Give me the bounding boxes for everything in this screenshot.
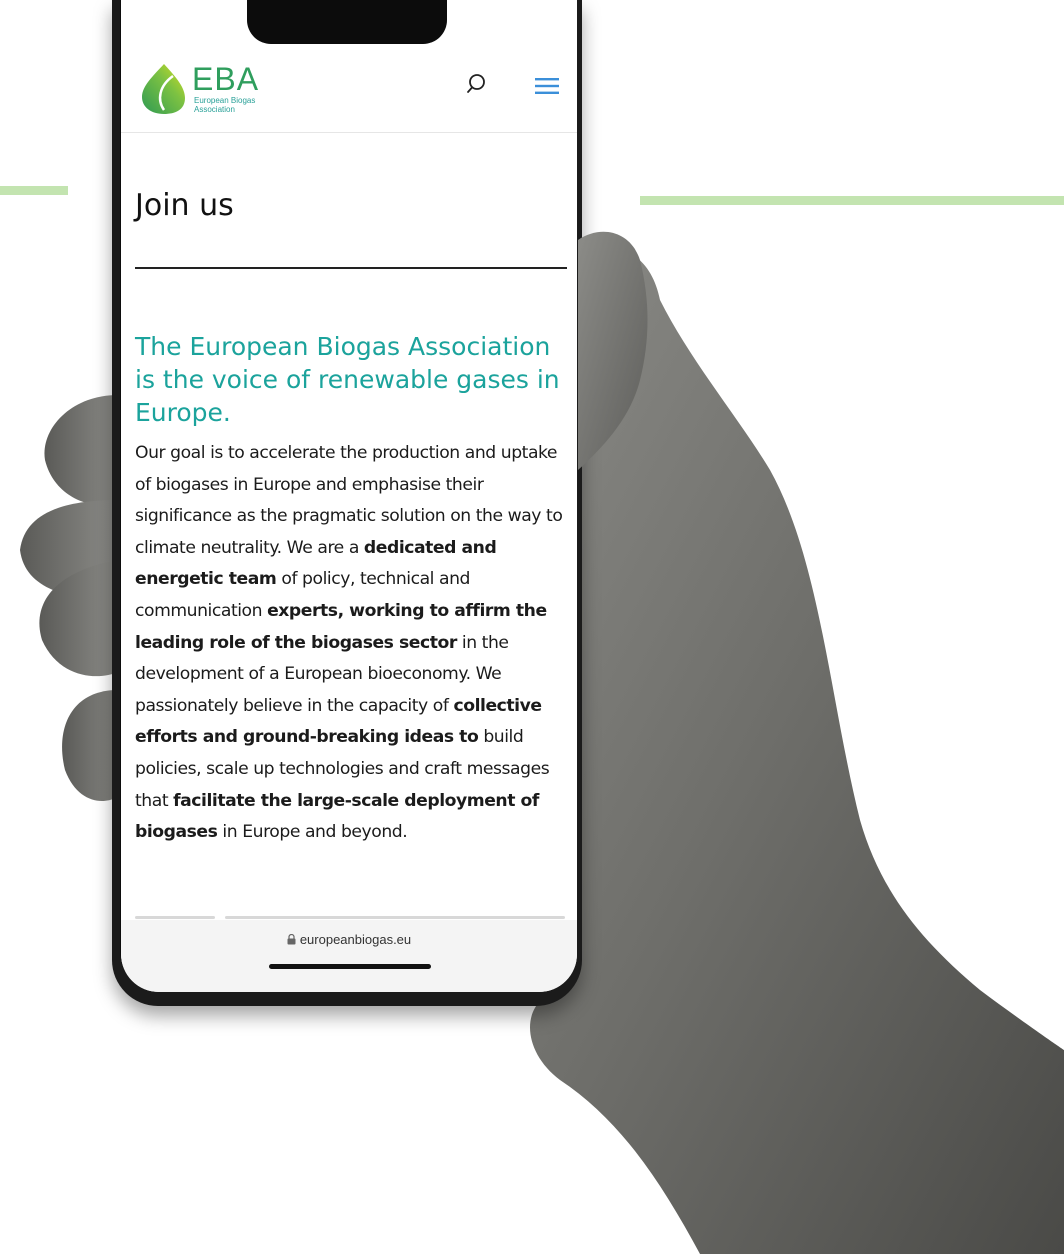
search-icon — [467, 74, 485, 93]
eba-logo[interactable]: EBA European Biogas Association — [137, 58, 287, 118]
title-divider — [135, 267, 567, 269]
site-header: EBA European Biogas Association — [121, 44, 577, 133]
logo-subtitle-line1: European Biogas — [194, 96, 256, 105]
search-button[interactable] — [466, 72, 492, 98]
lock-icon — [287, 934, 296, 945]
body-text-1: Our goal is to accelerate the production… — [135, 443, 563, 558]
url-display[interactable]: europeanbiogas.eu — [121, 932, 577, 947]
body-paragraph: Our goal is to accelerate the production… — [135, 438, 571, 849]
body-text-5: in Europe and beyond. — [217, 822, 408, 843]
leaf-drop-icon — [142, 64, 185, 114]
logo-subtitle: European Biogas Association — [194, 96, 255, 114]
hamburger-menu-icon — [535, 78, 559, 94]
phone-notch — [247, 0, 447, 44]
tab-indicator — [225, 916, 565, 919]
phone-screen: EBA European Biogas Association Join us … — [121, 0, 577, 992]
logo-text: EBA — [192, 61, 260, 97]
url-text: europeanbiogas.eu — [299, 932, 412, 947]
page-title: Join us — [135, 188, 234, 223]
headline: The European Biogas Association is the v… — [135, 332, 560, 427]
tab-indicator — [135, 916, 215, 919]
logo-subtitle-line2: Association — [194, 105, 235, 114]
browser-address-bar[interactable]: europeanbiogas.eu — [121, 920, 577, 992]
home-indicator[interactable] — [269, 964, 431, 969]
menu-button[interactable] — [533, 72, 561, 100]
